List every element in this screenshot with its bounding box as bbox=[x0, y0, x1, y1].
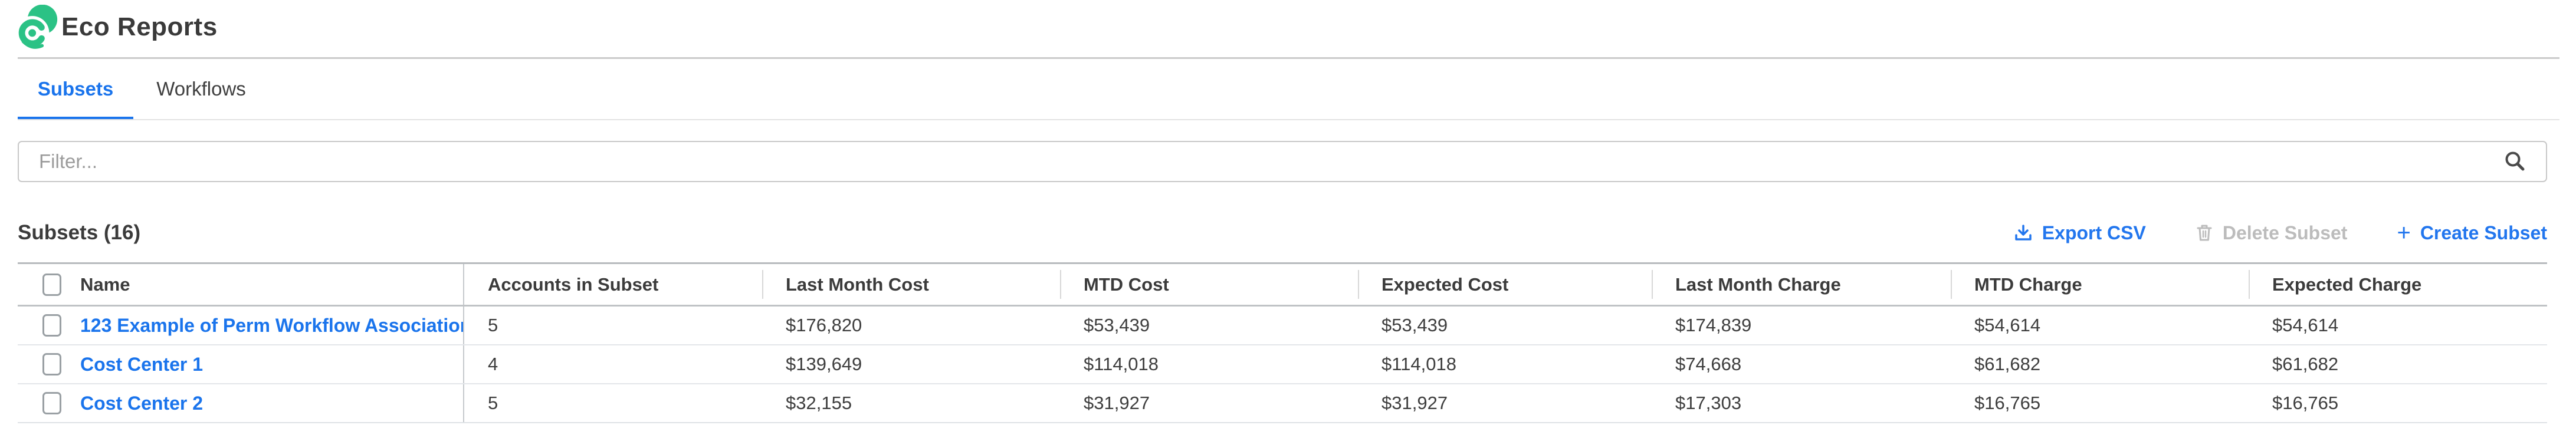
create-subset-button[interactable]: + Create Subset bbox=[2397, 222, 2547, 244]
cell-expected-cost: $53,439 bbox=[1358, 307, 1652, 344]
export-csv-label: Export CSV bbox=[2042, 222, 2146, 244]
cell-last-month-charge: $174,839 bbox=[1652, 307, 1951, 344]
eco-reports-page: Eco Reports Subsets Workflows Subsets (1… bbox=[0, 0, 2576, 425]
cell-accounts: 5 bbox=[464, 307, 762, 344]
tab-workflows[interactable]: Workflows bbox=[133, 59, 269, 119]
subsets-heading: Subsets (16) bbox=[18, 221, 140, 245]
header-expected-charge: Expected Charge bbox=[2249, 264, 2547, 305]
header-name: Name bbox=[18, 264, 464, 305]
cell-mtd-charge: $54,614 bbox=[1951, 307, 2249, 344]
header-mtd-charge: MTD Charge bbox=[1951, 264, 2249, 305]
cell-mtd-cost: $31,927 bbox=[1060, 384, 1358, 422]
cell-last-month-cost: $139,649 bbox=[762, 345, 1060, 383]
cell-last-month-charge: $17,303 bbox=[1652, 384, 1951, 422]
cell-name: Cost Center 2 bbox=[18, 384, 464, 422]
header-last-month-cost: Last Month Cost bbox=[762, 264, 1060, 305]
tab-subsets[interactable]: Subsets bbox=[18, 59, 133, 119]
cell-mtd-cost: $114,018 bbox=[1060, 345, 1358, 383]
subsets-table: Name Accounts in Subset Last Month Cost … bbox=[18, 262, 2547, 423]
tab-bar-divider bbox=[18, 119, 2559, 120]
select-all-checkbox[interactable] bbox=[42, 274, 61, 296]
page-title: Eco Reports bbox=[61, 0, 218, 54]
cell-name: 123 Example of Perm Workflow Association bbox=[18, 307, 464, 344]
search-icon bbox=[2503, 150, 2526, 173]
header-name-label: Name bbox=[80, 274, 130, 295]
header-divider bbox=[18, 57, 2559, 59]
header-expected-cost: Expected Cost bbox=[1358, 264, 1652, 305]
cell-expected-cost: $31,927 bbox=[1358, 384, 1652, 422]
cell-last-month-charge: $74,668 bbox=[1652, 345, 1951, 383]
row-checkbox[interactable] bbox=[42, 392, 61, 414]
cell-expected-charge: $61,682 bbox=[2249, 345, 2547, 383]
cell-accounts: 4 bbox=[464, 345, 762, 383]
cell-accounts: 5 bbox=[464, 384, 762, 422]
delete-subset-button[interactable]: Delete Subset bbox=[2196, 222, 2348, 244]
tab-bar: Subsets Workflows bbox=[18, 59, 269, 119]
cell-expected-charge: $16,765 bbox=[2249, 384, 2547, 422]
table-row: Cost Center 2 5 $32,155 $31,927 $31,927 … bbox=[18, 384, 2547, 423]
header-last-month-charge: Last Month Charge bbox=[1652, 264, 1951, 305]
cell-mtd-cost: $53,439 bbox=[1060, 307, 1358, 344]
row-checkbox[interactable] bbox=[42, 353, 61, 375]
cell-last-month-cost: $176,820 bbox=[762, 307, 1060, 344]
cell-expected-charge: $54,614 bbox=[2249, 307, 2547, 344]
delete-subset-label: Delete Subset bbox=[2223, 222, 2348, 244]
toolbar-actions: Export CSV Delete Subset + Create Subset bbox=[2014, 222, 2547, 244]
cell-name: Cost Center 1 bbox=[18, 345, 464, 383]
cell-mtd-charge: $61,682 bbox=[1951, 345, 2249, 383]
header-accounts-in-subset: Accounts in Subset bbox=[464, 264, 762, 305]
export-csv-button[interactable]: Export CSV bbox=[2014, 222, 2146, 244]
plus-icon: + bbox=[2397, 224, 2410, 242]
cell-expected-cost: $114,018 bbox=[1358, 345, 1652, 383]
subsets-toolbar: Subsets (16) Export CSV Delete Sub bbox=[18, 213, 2547, 252]
header-mtd-cost: MTD Cost bbox=[1060, 264, 1358, 305]
table-header-row: Name Accounts in Subset Last Month Cost … bbox=[18, 264, 2547, 307]
eco-logo-icon bbox=[17, 5, 59, 52]
row-checkbox[interactable] bbox=[42, 314, 61, 337]
cell-mtd-charge: $16,765 bbox=[1951, 384, 2249, 422]
subset-link[interactable]: 123 Example of Perm Workflow Association bbox=[80, 315, 464, 337]
cell-last-month-cost: $32,155 bbox=[762, 384, 1060, 422]
app-header: Eco Reports bbox=[0, 0, 2576, 57]
download-icon bbox=[2014, 223, 2033, 242]
table-row: Cost Center 1 4 $139,649 $114,018 $114,0… bbox=[18, 345, 2547, 384]
table-row: 123 Example of Perm Workflow Association… bbox=[18, 307, 2547, 345]
subset-link[interactable]: Cost Center 2 bbox=[80, 393, 203, 414]
create-subset-label: Create Subset bbox=[2420, 222, 2547, 244]
filter-box bbox=[18, 141, 2547, 182]
subset-link[interactable]: Cost Center 1 bbox=[80, 354, 203, 375]
trash-icon bbox=[2196, 223, 2213, 242]
filter-input[interactable] bbox=[19, 142, 2546, 181]
